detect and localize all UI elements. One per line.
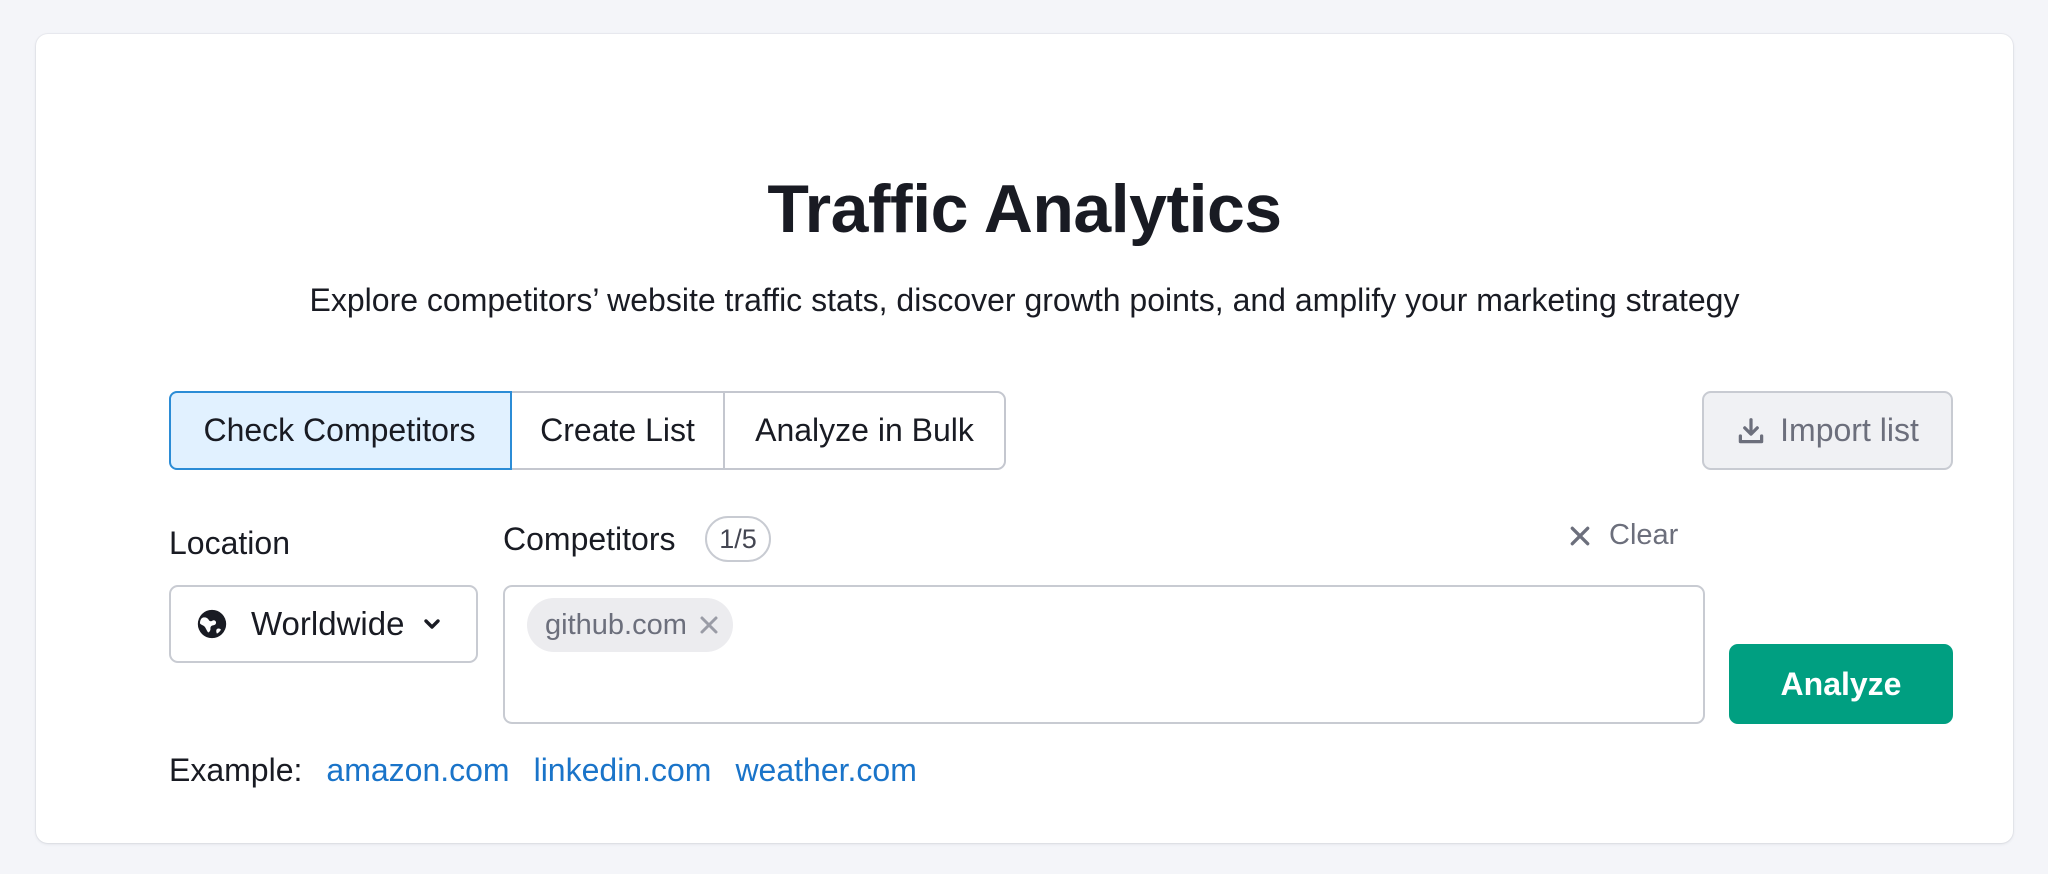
page-subtitle: Explore competitors’ website traffic sta… [309, 282, 1740, 318]
clear-button[interactable]: Clear [1569, 519, 1678, 552]
mode-tabs: Check Competitors Create List Analyze in… [169, 391, 1006, 470]
competitor-chip: github.com [527, 598, 733, 652]
examples-row: Example: amazon.com linkedin.com weather… [169, 752, 941, 789]
globe-icon [197, 609, 227, 639]
competitors-input[interactable]: github.com [503, 585, 1705, 724]
competitors-count-badge: 1/5 [705, 516, 771, 562]
page-title: Traffic Analytics [767, 171, 1282, 247]
import-list-label: Import list [1780, 412, 1919, 448]
example-link-weather[interactable]: weather.com [735, 752, 916, 789]
location-label: Location [169, 525, 290, 561]
example-link-amazon[interactable]: amazon.com [326, 752, 509, 789]
competitor-chip-label: github.com [545, 608, 687, 641]
tab-create-list[interactable]: Create List [512, 393, 725, 468]
traffic-analytics-card: Traffic Analytics Explore competitors’ w… [36, 34, 2013, 843]
competitors-label: Competitors [503, 521, 676, 557]
example-link-linkedin[interactable]: linkedin.com [534, 752, 712, 789]
location-selected-value: Worldwide [251, 605, 405, 642]
remove-chip-icon[interactable] [699, 615, 719, 635]
import-list-button[interactable]: Import list [1702, 391, 1953, 470]
close-icon [1570, 526, 1590, 545]
tab-check-competitors[interactable]: Check Competitors [169, 391, 512, 470]
example-label: Example: [169, 752, 303, 788]
tab-analyze-in-bulk[interactable]: Analyze in Bulk [725, 393, 1004, 468]
chevron-down-icon [424, 619, 441, 629]
location-select[interactable]: Worldwide [169, 585, 478, 663]
clear-label: Clear [1609, 519, 1679, 551]
analyze-button[interactable]: Analyze [1729, 644, 1953, 724]
download-icon [1738, 417, 1764, 443]
